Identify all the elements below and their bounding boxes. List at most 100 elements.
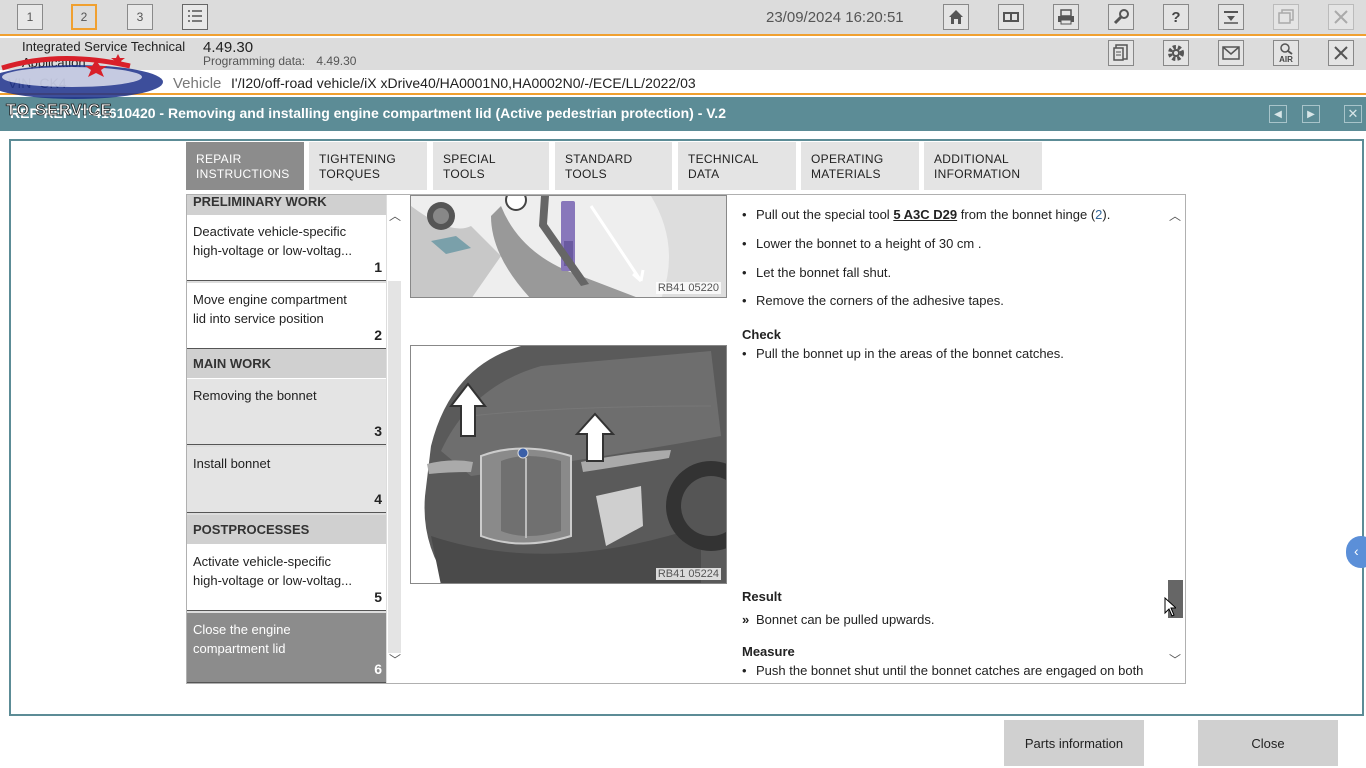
view-icon[interactable]	[998, 4, 1024, 30]
session-1-button[interactable]: 1	[17, 4, 43, 30]
wrench-icon[interactable]	[1108, 4, 1134, 30]
step-number: 5	[374, 589, 382, 605]
tab-label: SPECIAL TOOLS	[443, 152, 496, 181]
tab-tightening-torques[interactable]: TIGHTENING TORQUES	[309, 142, 427, 190]
scroll-down-icon[interactable]: ﹀	[389, 651, 401, 668]
tab-technical-data[interactable]: TECHNICAL DATA	[678, 142, 796, 190]
step-text: Move engine compartment	[193, 292, 347, 307]
step-2[interactable]: Move engine compartment lid into service …	[187, 283, 386, 349]
step-text: compartment lid	[193, 641, 286, 656]
help-icon[interactable]: ?	[1163, 4, 1189, 30]
text-fragment: Let the bonnet fall shut.	[756, 265, 892, 280]
step-text: lid into service position	[193, 311, 324, 326]
app-name-line1: Integrated Service Technical	[22, 39, 186, 54]
home-icon[interactable]	[943, 4, 969, 30]
section-main-work: MAIN WORK	[187, 349, 386, 379]
tab-label: DATA	[688, 167, 720, 181]
instruction-bullet-1: • Pull out the special tool 5 A3C D29 fro…	[742, 207, 1111, 222]
step-list: PRELIMINARY WORK Deactivate vehicle-spec…	[187, 195, 387, 683]
document-title-bar: REP-REP-IT-41610420 - Removing and insta…	[0, 97, 1366, 131]
top-toolbar: 1 2 3 23/09/2024 16:20:51 ?	[0, 0, 1366, 36]
scroll-track[interactable]	[388, 281, 401, 653]
tab-label: INFORMATION	[934, 167, 1021, 181]
close-document-icon[interactable]: ✕	[1344, 105, 1362, 123]
parts-information-button[interactable]: Parts information	[1004, 720, 1144, 766]
session-2-button[interactable]: 2	[71, 4, 97, 30]
step-text: high-voltage or low-voltag...	[193, 243, 352, 258]
check-heading: Check	[742, 327, 782, 342]
tab-label: REPAIR	[196, 152, 242, 166]
text-fragment: Pull out the special tool	[756, 207, 894, 222]
step-text: Install bonnet	[193, 456, 271, 471]
section-preliminary-work: PRELIMINARY WORK	[187, 195, 386, 217]
instruction-bullet-3: • Let the bonnet fall shut.	[742, 265, 892, 280]
step-text: Removing the bonnet	[193, 388, 317, 403]
tab-label: STANDARD	[565, 152, 633, 166]
previous-arrow-icon[interactable]: ◀	[1269, 105, 1287, 123]
result-text: » Bonnet can be pulled upwards.	[742, 612, 935, 627]
tab-standard-tools[interactable]: STANDARD TOOLS	[555, 142, 672, 190]
close-icon[interactable]	[1328, 40, 1354, 66]
tab-label: TIGHTENING	[319, 152, 396, 166]
gear-icon[interactable]	[1163, 40, 1189, 66]
text-fragment: from the bonnet hinge (	[957, 207, 1096, 222]
tab-label: INSTRUCTIONS	[196, 167, 290, 181]
session-list-icon[interactable]	[182, 4, 208, 30]
step-number: 1	[374, 259, 382, 275]
step-text: Deactivate vehicle-specific	[193, 224, 347, 239]
text-fragment: Push the bonnet shut until the bonnet ca…	[756, 663, 1144, 678]
tab-label: TORQUES	[319, 167, 381, 181]
step-5[interactable]: Activate vehicle-specific high-voltage or…	[187, 545, 386, 611]
measure-heading: Measure	[742, 644, 795, 659]
step-1[interactable]: Deactivate vehicle-specific high-voltage …	[187, 215, 386, 281]
text-fragment: Lower the bonnet to a height of 30 cm .	[756, 236, 982, 251]
special-tool-link[interactable]: 5 A3C D29	[893, 207, 957, 222]
document-icon[interactable]	[1108, 40, 1134, 66]
step-number: 2	[374, 327, 382, 343]
text-fragment: ).	[1102, 207, 1111, 222]
step-4[interactable]: Install bonnet 4	[187, 447, 386, 513]
vin: VIN CK4	[8, 75, 67, 91]
restore-icon[interactable]	[1273, 4, 1299, 30]
scroll-up-icon[interactable]: ︿	[389, 207, 401, 224]
tab-special-tools[interactable]: SPECIAL TOOLS	[433, 142, 549, 190]
next-arrow-icon[interactable]: ▶	[1302, 105, 1320, 123]
close-button[interactable]: Close	[1198, 720, 1338, 766]
vehicle-value: I'/I20/off-road vehicle/iX xDrive40/HA00…	[231, 75, 696, 91]
side-panel-toggle-icon[interactable]: ‹	[1346, 536, 1366, 568]
tab-repair-instructions[interactable]: REPAIR INSTRUCTIONS	[186, 142, 304, 190]
text-fragment: Bonnet can be pulled upwards.	[756, 612, 935, 627]
text-fragment: Pull the bonnet up in the areas of the b…	[756, 346, 1064, 361]
air-icon[interactable]: AIR	[1273, 40, 1299, 66]
step-text: Activate vehicle-specific	[193, 554, 331, 569]
datetime: 23/09/2024 16:20:51	[766, 9, 904, 26]
close-icon[interactable]	[1328, 4, 1354, 30]
step-number: 4	[374, 491, 382, 507]
tab-operating-materials[interactable]: OPERATING MATERIALS	[801, 142, 919, 190]
print-icon[interactable]	[1053, 4, 1079, 30]
step-3[interactable]: Removing the bonnet 3	[187, 379, 386, 445]
app-info-row: Integrated Service Technical Application…	[0, 38, 1366, 70]
step-list-scrollbar[interactable]: ︿ ﹀	[387, 195, 403, 683]
programming-label: Programming data:	[203, 54, 306, 68]
step-number: 3	[374, 423, 382, 439]
session-3-button[interactable]: 3	[127, 4, 153, 30]
vin-value: CK4	[39, 75, 67, 91]
scroll-down-icon[interactable]: ﹀	[1169, 651, 1181, 668]
tab-label: TOOLS	[565, 167, 607, 181]
app-name: Integrated Service Technical Application	[22, 39, 185, 71]
tab-label: ADDITIONAL	[934, 152, 1010, 166]
programming-data: Programming data: 4.49.30	[203, 54, 356, 68]
section-postprocesses: POSTPROCESSES	[187, 515, 386, 545]
dropdown-icon[interactable]	[1218, 4, 1244, 30]
mail-icon[interactable]	[1218, 40, 1244, 66]
scroll-up-icon[interactable]: ︿	[1169, 207, 1181, 224]
instruction-bullet-2: • Lower the bonnet to a height of 30 cm .	[742, 236, 982, 251]
illustration-rb41-05224: RB41 05224	[410, 345, 727, 584]
tab-label: MATERIALS	[811, 167, 881, 181]
tab-additional-information[interactable]: ADDITIONAL INFORMATION	[924, 142, 1042, 190]
programming-value: 4.49.30	[316, 54, 357, 68]
step-6[interactable]: Close the engine compartment lid 6	[187, 613, 386, 683]
tab-label: OPERATING	[811, 152, 884, 166]
check-text: • Pull the bonnet up in the areas of the …	[742, 346, 1064, 361]
